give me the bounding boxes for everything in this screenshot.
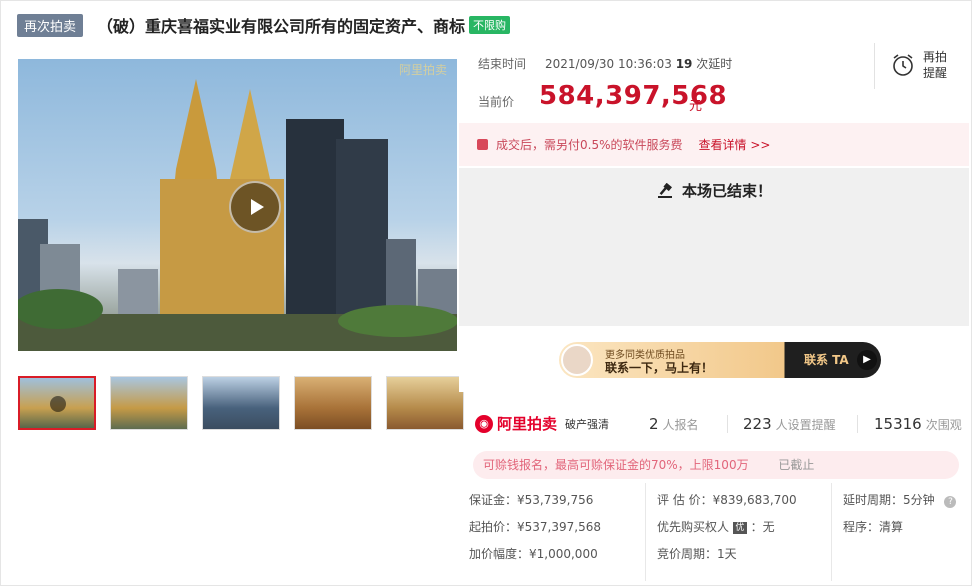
current-price-label: 当前价: [478, 95, 515, 109]
ali-logo-text: 阿里拍卖: [497, 415, 558, 433]
auction-title: （破）重庆喜福实业有限公司所有的固定资产、商标: [97, 17, 466, 36]
views-value: 15316: [874, 415, 922, 433]
gavel-icon: [657, 182, 672, 198]
priority-label: 优先购买权人: [657, 520, 730, 534]
gift-icon: [477, 139, 488, 150]
deposit-credit-status: 已截止: [778, 458, 815, 472]
ended-status: 本场已结束！: [459, 180, 969, 201]
auction-parameters: 保证金：¥53,739,756 起拍价：¥537,397,568 加价幅度：¥1…: [459, 483, 969, 583]
views-label: 次围观: [925, 418, 962, 432]
contact-button[interactable]: 联系 TA: [804, 351, 849, 368]
auction-page: 再次拍卖 （破）重庆喜福实业有限公司所有的固定资产、商标 不限购 阿里拍卖 结束…: [0, 0, 972, 586]
signup-count: 2 人报名: [649, 415, 699, 433]
watermark: 阿里拍卖: [398, 63, 447, 77]
price-unit: 元: [689, 99, 703, 114]
start-price: 起拍价：¥537,397,568: [469, 520, 601, 534]
avatar: [561, 344, 593, 376]
delay-count: 19: [675, 57, 693, 71]
end-time: 2021/09/30 10:36:03 19 次延时: [545, 55, 732, 72]
delay-suffix: 次延时: [696, 57, 733, 71]
signups-value: 2: [649, 415, 659, 433]
delay-period: 延时周期：5分钟 ?: [843, 491, 957, 508]
thumbnail-4[interactable]: [294, 376, 372, 430]
auction-status-panel: 本场已结束！: [459, 168, 969, 326]
remind-label: 再拍提醒: [923, 50, 948, 80]
divider: [874, 43, 875, 89]
divider: [831, 483, 832, 581]
priority-badge-icon: 优: [732, 521, 747, 534]
bid-increment: 加价幅度：¥1,000,000: [469, 547, 598, 561]
thumbnail-2[interactable]: [110, 376, 188, 430]
procedure: 程序：清算: [843, 520, 904, 534]
auction-info: 结束时间 2021/09/30 10:36:03 19 次延时 当前价 584,…: [459, 43, 969, 123]
priority-buyer: 优先购买权人 优 ：无: [657, 518, 775, 535]
promo-big-text: 联系一下，马上有！: [605, 361, 714, 375]
reminders-label: 人设置提醒: [775, 418, 836, 432]
delay-period-text: 延时周期：5分钟: [843, 493, 935, 507]
priority-value: ：无: [750, 520, 775, 534]
alarm-clock-icon: [893, 54, 913, 76]
thumbnail-5[interactable]: [386, 376, 464, 430]
reminders-value: 223: [743, 415, 772, 433]
remind-button[interactable]: 再拍提醒: [891, 49, 951, 81]
ali-logo-sub: 破产强清: [565, 417, 610, 431]
deposit-credit-text: 可赊钱报名，最高可赊保证金的70%，上限100万: [483, 458, 749, 472]
end-time-value: 2021/09/30 10:36:03: [545, 57, 672, 71]
deposit-credit-notice: 可赊钱报名，最高可赊保证金的70%，上限100万 已截止: [473, 451, 959, 479]
thumbnail-3[interactable]: [202, 376, 280, 430]
valuation: 评 估 价：¥839,683,700: [657, 493, 797, 507]
thumbnail-1[interactable]: [18, 376, 96, 430]
bid-period: 竞价周期：1天: [657, 547, 737, 561]
view-count: 15316 次围观: [874, 415, 962, 433]
contact-promo-banner[interactable]: 更多同类优质拍品 联系一下，马上有！ 联系 TA ▶: [559, 342, 881, 378]
divider: [857, 415, 858, 433]
stats-bar: ◉ 阿里拍卖 破产强清 2 人报名 223 人设置提醒 15316 次围观: [459, 401, 969, 445]
unlimited-tag: 不限购: [469, 16, 511, 34]
resale-tag: 再次拍卖: [17, 13, 84, 37]
divider: [645, 483, 646, 581]
deposit-amount: 保证金：¥53,739,756: [469, 493, 594, 507]
thumbnail-strip: [18, 376, 464, 430]
play-button-icon[interactable]: [229, 181, 281, 233]
promo-area: 更多同类优质拍品 联系一下，马上有！ 联系 TA ▶: [459, 332, 969, 392]
fee-notice: 成交后，需另付0.5%的软件服务费 查看详情 >>: [459, 123, 969, 166]
help-icon[interactable]: ?: [944, 496, 957, 508]
ali-logo-icon: ◉: [475, 414, 493, 433]
divider: [727, 415, 728, 433]
main-image[interactable]: 阿里拍卖: [18, 59, 457, 351]
fee-text: 成交后，需另付0.5%的软件服务费: [496, 138, 683, 152]
ended-text: 本场已结束！: [681, 182, 772, 200]
thumbnail-play-icon: [50, 396, 66, 412]
end-time-label: 结束时间: [478, 57, 527, 71]
reminder-count: 223 人设置提醒: [743, 415, 836, 433]
fee-detail-link[interactable]: 查看详情 >>: [699, 136, 771, 153]
signups-label: 人报名: [662, 418, 699, 432]
title-row: 再次拍卖 （破）重庆喜福实业有限公司所有的固定资产、商标 不限购: [17, 13, 511, 37]
chevron-right-icon[interactable]: ▶: [857, 350, 877, 370]
ali-auction-logo: ◉ 阿里拍卖 破产强清: [475, 413, 609, 434]
